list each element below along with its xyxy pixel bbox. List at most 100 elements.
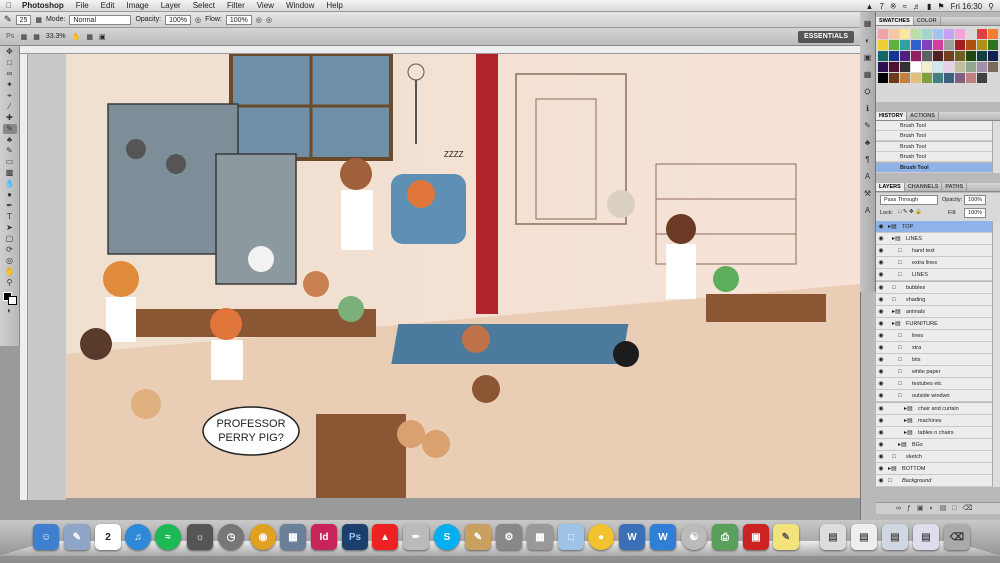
calendar-icon[interactable]: 2 (95, 524, 121, 550)
layer-row[interactable]: ◉ ▸▤ animals (876, 305, 994, 318)
arrange-icon[interactable]: ▦ (86, 33, 93, 41)
bluetooth-icon[interactable]: ※ (890, 2, 897, 11)
color-swatch[interactable] (922, 62, 932, 72)
visibility-eye-icon[interactable]: ◉ (876, 427, 886, 438)
gradient-icon[interactable]: ▩ (3, 168, 17, 178)
color-swatch[interactable] (922, 73, 932, 83)
color-swatch[interactable] (922, 40, 932, 50)
menu-select[interactable]: Select (187, 1, 221, 10)
eraser-icon[interactable]: ▭ (3, 157, 17, 167)
photoshop-dock-icon[interactable]: Ps (342, 524, 368, 550)
layer-row[interactable]: ◉ □ Background (876, 475, 994, 488)
color-swatch[interactable] (933, 51, 943, 61)
history-item[interactable]: Brush Tool (876, 163, 992, 173)
spotlight-icon[interactable]: ⚲ (988, 2, 994, 11)
color-swatch[interactable] (900, 62, 910, 72)
swatches-grid[interactable] (876, 26, 1000, 102)
tab-actions[interactable]: ACTIONS (907, 112, 939, 120)
menu-view[interactable]: View (251, 1, 280, 10)
pressure-size-icon[interactable]: ◎ (266, 16, 272, 24)
folder-icon[interactable]: □ (558, 524, 584, 550)
quick-select-icon[interactable]: ✦ (3, 80, 17, 90)
spotify-icon[interactable]: ≈ (155, 524, 181, 550)
brushes-icon[interactable]: ✎ (862, 120, 874, 131)
screen-mode-icon[interactable]: ▣ (99, 33, 106, 41)
itunes-icon[interactable]: ♫ (125, 524, 151, 550)
background-color-swatch[interactable] (8, 296, 17, 305)
layers-scrollbar[interactable] (992, 221, 1000, 487)
visibility-eye-icon[interactable]: ◉ (876, 463, 886, 474)
blur-tool-icon[interactable]: 💧 (3, 179, 17, 189)
color-swatch[interactable] (911, 29, 921, 39)
hand-tool-icon[interactable]: ✋ (72, 33, 81, 41)
color-swatch[interactable] (922, 29, 932, 39)
visibility-eye-icon[interactable]: ◉ (876, 415, 886, 426)
visibility-eye-icon[interactable]: ◉ (876, 318, 886, 329)
layer-row[interactable]: ◉ □ hand text (876, 245, 994, 258)
tab-layers[interactable]: LAYERS (876, 183, 905, 191)
layer-row[interactable]: ◉ ▸▤ TOP (876, 221, 994, 233)
visibility-eye-icon[interactable]: ◉ (876, 342, 886, 353)
color-swatch[interactable] (878, 29, 888, 39)
blend-mode-select[interactable]: Pass Through (880, 195, 938, 205)
color-swatch[interactable] (889, 73, 899, 83)
color-swatch[interactable] (911, 40, 921, 50)
fill-input[interactable]: 100% (964, 208, 987, 218)
visibility-eye-icon[interactable]: ◉ (876, 439, 886, 450)
color-swatch[interactable] (933, 29, 943, 39)
menu-image[interactable]: Image (120, 1, 154, 10)
history-brush-icon[interactable]: ✎ (3, 146, 17, 156)
screenshot-stack-icon[interactable]: ▤ (913, 524, 939, 550)
layer-opacity-input[interactable]: 100% (964, 195, 987, 205)
history-item[interactable]: Brush Tool (876, 131, 992, 141)
info-icon[interactable]: ℹ (862, 103, 874, 114)
paragraph-icon[interactable]: ¶ (862, 154, 874, 165)
document-canvas[interactable]: PROFESSOR PERRY PIG? ZZZZ (66, 54, 860, 498)
navigator-icon[interactable]: ⛭ (862, 86, 874, 97)
downloads-stack-icon[interactable]: ▤ (882, 524, 908, 550)
time-machine-icon[interactable]: ◷ (218, 524, 244, 550)
layer-row[interactable]: ◉ ▸▤ machines (876, 414, 994, 427)
color-swatch[interactable] (988, 29, 998, 39)
color-swatch[interactable] (911, 51, 921, 61)
eyedropper-icon[interactable]: ⁄ (3, 102, 17, 112)
clone-stamp-icon[interactable]: ♣ (3, 135, 17, 145)
character-styles-icon[interactable]: A (862, 205, 874, 216)
mode-select[interactable]: Normal (69, 14, 132, 25)
visibility-eye-icon[interactable]: ◉ (876, 390, 886, 401)
color-swatch[interactable] (988, 40, 998, 50)
color-swatch[interactable] (933, 62, 943, 72)
app-menu[interactable]: Photoshop (18, 1, 70, 10)
adjustments-icon[interactable]: ◐ (862, 35, 874, 46)
lasso-tool-icon[interactable]: ∞ (3, 69, 17, 79)
calculator-icon[interactable]: ▦ (527, 524, 553, 550)
quick-mask-icon[interactable]: ◐ (3, 306, 17, 316)
visibility-eye-icon[interactable]: ◉ (876, 221, 886, 232)
pen-tool-icon[interactable]: ✒ (3, 201, 17, 211)
menu-window[interactable]: Window (280, 1, 320, 10)
color-swatch[interactable] (977, 40, 987, 50)
color-swatch[interactable] (922, 51, 932, 61)
visibility-eye-icon[interactable]: ◉ (876, 378, 886, 389)
document-stack-icon[interactable]: ▤ (820, 524, 846, 550)
visibility-eye-icon[interactable]: ◉ (876, 233, 886, 244)
layer-row[interactable]: ◉ ▸▤ BGs (876, 438, 994, 451)
printer-icon[interactable]: ⎙ (712, 524, 738, 550)
color-swatch[interactable] (955, 29, 965, 39)
color-swatch[interactable] (878, 62, 888, 72)
path-select-icon[interactable]: ➤ (3, 223, 17, 233)
move-tool-icon[interactable]: ✥ (3, 47, 17, 57)
battery-icon[interactable]: ▮ (927, 2, 931, 11)
3d-rotate-icon[interactable]: ⟳ (3, 245, 17, 255)
layer-row[interactable]: ◉ □ bubbles (876, 281, 994, 294)
system-preferences-icon[interactable]: ⚙ (496, 524, 522, 550)
visibility-eye-icon[interactable]: ◉ (876, 403, 886, 414)
pressure-opacity-icon[interactable]: ◎ (195, 16, 201, 24)
layer-row[interactable]: ◉ ▸▤ FURNITURE (876, 317, 994, 330)
bridge-icon[interactable]: ▦ (21, 33, 28, 41)
trash-icon[interactable]: ⌫ (944, 524, 970, 550)
color-swatch[interactable] (889, 62, 899, 72)
history-item[interactable]: Brush Tool (876, 142, 992, 152)
color-swatch[interactable] (966, 62, 976, 72)
tab-swatches[interactable]: SWATCHES (876, 17, 914, 25)
